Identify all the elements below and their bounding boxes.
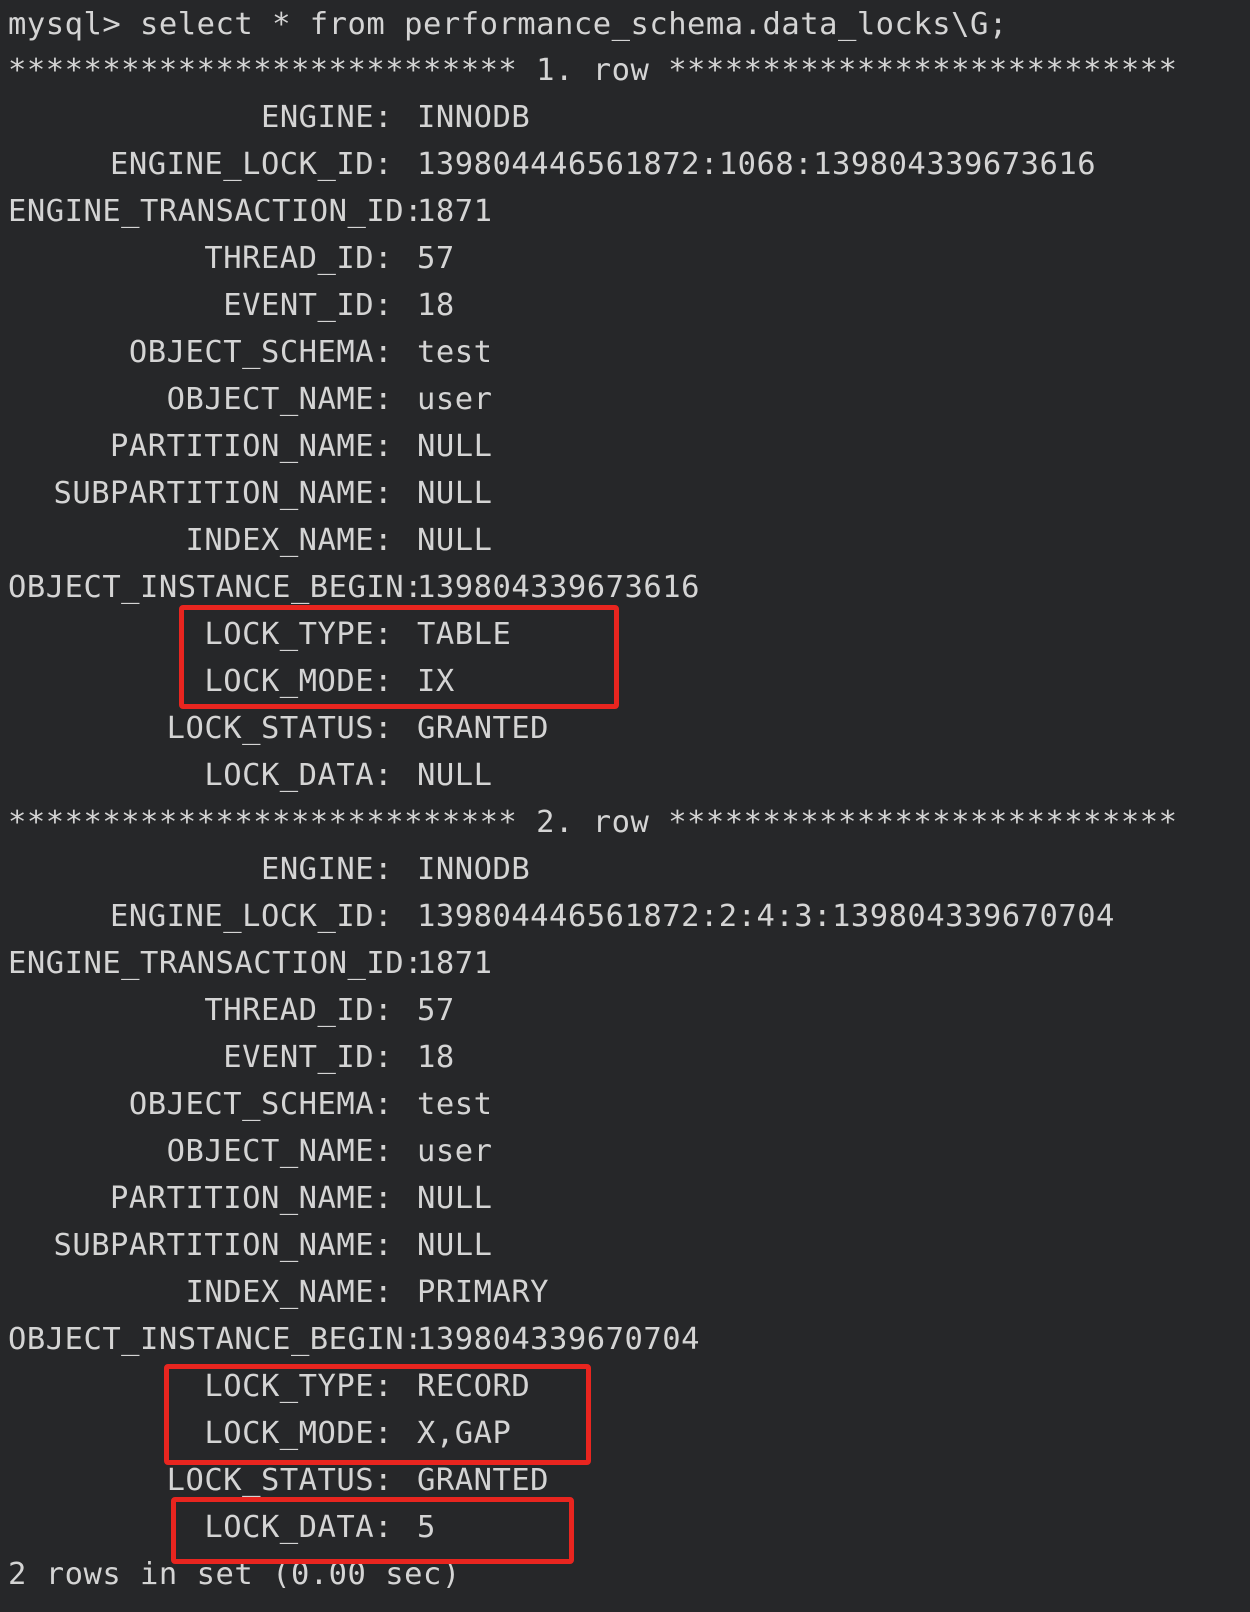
field-label: ENGINE_LOCK_ID: — [110, 899, 393, 934]
field-label: LOCK_MODE: — [204, 1416, 393, 1451]
field-label: OBJECT_SCHEMA: — [128, 335, 393, 370]
field-label: SUBPARTITION_NAME: — [53, 1228, 393, 1263]
field-value: test — [417, 335, 493, 370]
field-row: PARTITION_NAME: NULL — [8, 423, 492, 470]
field-value: NULL — [417, 758, 493, 793]
field-value: 139804339673616 — [417, 570, 700, 605]
field-row: ENGINE_LOCK_ID: 139804446561872:2:4:3:139… — [8, 893, 1115, 940]
field-value: TABLE — [417, 617, 512, 652]
field-row: OBJECT_INSTANCE_BEGIN:139804339673616 — [8, 564, 700, 611]
field-row: THREAD_ID: 57 — [8, 987, 455, 1034]
field-row: INDEX_NAME: PRIMARY — [8, 1269, 549, 1316]
field-row: ENGINE: INNODB — [8, 846, 530, 893]
field-label: INDEX_NAME: — [185, 523, 393, 558]
field-label: ENGINE_TRANSACTION_ID: — [8, 194, 423, 229]
field-label: EVENT_ID: — [223, 288, 393, 323]
field-value: NULL — [417, 476, 493, 511]
field-value: NULL — [417, 1228, 493, 1263]
field-label: LOCK_DATA: — [204, 1510, 393, 1545]
field-row: LOCK_MODE: X,GAP — [8, 1410, 511, 1457]
field-row: LOCK_TYPE: RECORD — [8, 1363, 530, 1410]
field-value: IX — [417, 664, 455, 699]
field-row: SUBPARTITION_NAME: NULL — [8, 1222, 492, 1269]
field-label: OBJECT_NAME: — [166, 1134, 393, 1169]
field-row: ENGINE_LOCK_ID: 139804446561872:1068:1398… — [8, 141, 1096, 188]
field-label: LOCK_STATUS: — [166, 711, 393, 746]
field-label: OBJECT_INSTANCE_BEGIN: — [8, 1322, 423, 1357]
field-label: ENGINE: — [260, 852, 393, 887]
field-row: OBJECT_INSTANCE_BEGIN:139804339670704 — [8, 1316, 700, 1363]
field-value: RECORD — [417, 1369, 531, 1404]
field-label: ENGINE: — [260, 100, 393, 135]
field-value: 1871 — [417, 946, 493, 981]
field-value: 139804339670704 — [417, 1322, 700, 1357]
terminal-window[interactable]: mysql> select * from performance_schema.… — [0, 0, 1250, 1612]
field-value: INNODB — [417, 100, 531, 135]
field-label: ENGINE_LOCK_ID: — [110, 147, 393, 182]
field-value: 5 — [417, 1510, 436, 1545]
field-row: OBJECT_SCHEMA: test — [8, 1081, 492, 1128]
query-result-footer: 2 rows in set (0.00 sec) — [8, 1557, 461, 1592]
field-value: 18 — [417, 288, 455, 323]
field-row: ENGINE: INNODB — [8, 94, 530, 141]
field-value: NULL — [417, 429, 493, 464]
field-row: PARTITION_NAME: NULL — [8, 1175, 492, 1222]
field-label: PARTITION_NAME: — [110, 1181, 393, 1216]
field-row: SUBPARTITION_NAME: NULL — [8, 470, 492, 517]
field-label: THREAD_ID: — [204, 993, 393, 1028]
field-row: LOCK_DATA: NULL — [8, 752, 492, 799]
field-label: EVENT_ID: — [223, 1040, 393, 1075]
command-line: mysql> select * from performance_schema.… — [8, 7, 1008, 42]
field-row: LOCK_STATUS: GRANTED — [8, 705, 549, 752]
field-value: X,GAP — [417, 1416, 512, 1451]
field-label: OBJECT_NAME: — [166, 382, 393, 417]
field-value: test — [417, 1087, 493, 1122]
field-value: 57 — [417, 241, 455, 276]
field-row: LOCK_TYPE: TABLE — [8, 611, 511, 658]
field-label: LOCK_TYPE: — [204, 1369, 393, 1404]
field-label: LOCK_DATA: — [204, 758, 393, 793]
field-row: LOCK_DATA: 5 — [8, 1504, 436, 1551]
field-value: user — [417, 382, 493, 417]
field-value: NULL — [417, 523, 493, 558]
row-separator: *************************** 2. row *****… — [8, 805, 1178, 840]
field-row: LOCK_MODE: IX — [8, 658, 455, 705]
field-value: GRANTED — [417, 1463, 550, 1498]
field-row: LOCK_STATUS: GRANTED — [8, 1457, 549, 1504]
field-label: LOCK_TYPE: — [204, 617, 393, 652]
field-value: GRANTED — [417, 711, 550, 746]
field-row: OBJECT_NAME: user — [8, 376, 492, 423]
field-row: ENGINE_TRANSACTION_ID:1871 — [8, 940, 492, 987]
field-value: 57 — [417, 993, 455, 1028]
field-value: INNODB — [417, 852, 531, 887]
field-value: 139804446561872:2:4:3:139804339670704 — [417, 899, 1115, 934]
field-label: OBJECT_INSTANCE_BEGIN: — [8, 570, 423, 605]
field-value: PRIMARY — [417, 1275, 550, 1310]
field-label: OBJECT_SCHEMA: — [128, 1087, 393, 1122]
field-value: user — [417, 1134, 493, 1169]
field-label: THREAD_ID: — [204, 241, 393, 276]
field-row: INDEX_NAME: NULL — [8, 517, 492, 564]
field-row: ENGINE_TRANSACTION_ID:1871 — [8, 188, 492, 235]
field-value: NULL — [417, 1181, 493, 1216]
field-label: LOCK_MODE: — [204, 664, 393, 699]
field-value: 139804446561872:1068:139804339673616 — [417, 147, 1097, 182]
field-row: OBJECT_NAME: user — [8, 1128, 492, 1175]
field-row: EVENT_ID: 18 — [8, 282, 455, 329]
field-value: 1871 — [417, 194, 493, 229]
field-row: THREAD_ID: 57 — [8, 235, 455, 282]
field-row: OBJECT_SCHEMA: test — [8, 329, 492, 376]
field-label: INDEX_NAME: — [185, 1275, 393, 1310]
field-label: LOCK_STATUS: — [166, 1463, 393, 1498]
field-value: 18 — [417, 1040, 455, 1075]
field-label: PARTITION_NAME: — [110, 429, 393, 464]
field-row: EVENT_ID: 18 — [8, 1034, 455, 1081]
row-separator: *************************** 1. row *****… — [8, 53, 1178, 88]
field-label: SUBPARTITION_NAME: — [53, 476, 393, 511]
field-label: ENGINE_TRANSACTION_ID: — [8, 946, 423, 981]
